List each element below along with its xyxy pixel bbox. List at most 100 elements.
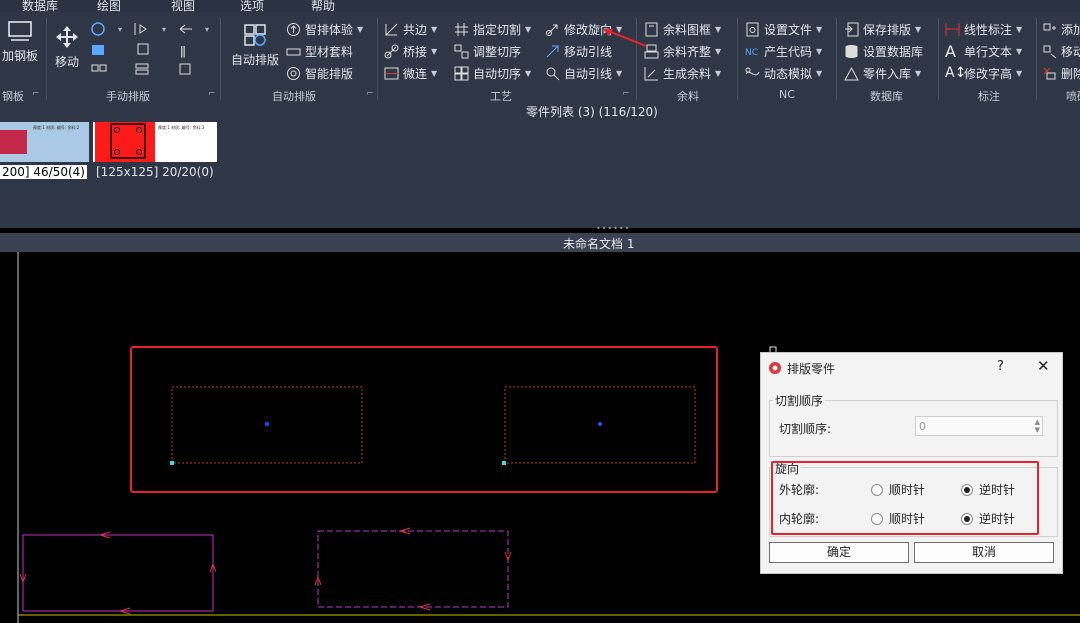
single-text-button[interactable]: A 单行文本 ▼ bbox=[945, 42, 1022, 60]
auto-order-icon bbox=[454, 66, 469, 80]
spray-delete-button[interactable]: 删除 bbox=[1042, 64, 1080, 82]
part-caption[interactable]: 200] 46/50(4) bbox=[0, 165, 87, 179]
micro-joint-button[interactable]: 微连 ▼ bbox=[384, 64, 437, 82]
part-info: 厚度:1 材质: 编号: 余料:2 bbox=[33, 125, 80, 130]
help-button[interactable]: ? bbox=[997, 359, 1004, 374]
smart-nest-button[interactable]: 智能排版 bbox=[286, 64, 353, 82]
svg-text:ǁ: ǁ bbox=[180, 44, 186, 58]
modify-direction-icon bbox=[546, 24, 558, 36]
app-logo-icon bbox=[769, 362, 781, 374]
smart-gear-icon bbox=[287, 66, 300, 80]
spray-add-button[interactable]: 添加 bbox=[1042, 20, 1080, 38]
specify-cut-icon bbox=[455, 22, 468, 36]
auto-nest-icon bbox=[244, 24, 266, 46]
menu-bar: 数据库 绘图 视图 选项 帮助 bbox=[0, 0, 1080, 13]
spray-add-icon bbox=[1043, 23, 1056, 30]
cut-order-input[interactable]: 0 ▲ ▼ bbox=[915, 416, 1043, 436]
auto-cut-order-button[interactable]: 自动切序 ▼ bbox=[454, 64, 531, 82]
font-height-icon: A↕ bbox=[945, 64, 967, 81]
generate-code-button[interactable]: NC 产生代码 ▼ bbox=[745, 42, 822, 60]
dynamic-sim-button[interactable]: 动态模拟 ▼ bbox=[745, 64, 822, 82]
ok-button[interactable]: 确定 bbox=[769, 542, 909, 563]
group-nc-label: NC bbox=[779, 88, 795, 101]
move-button[interactable]: 移动 bbox=[52, 24, 82, 70]
divider bbox=[220, 18, 221, 100]
cut-order-icon bbox=[454, 44, 469, 58]
spinner-icon[interactable]: ▲ ▼ bbox=[1035, 418, 1040, 434]
parts-list-header: 零件列表 (3) (116/120) bbox=[0, 102, 1080, 121]
svg-text:▾: ▾ bbox=[118, 25, 122, 34]
divider bbox=[938, 18, 939, 100]
svg-text:NC: NC bbox=[745, 48, 758, 58]
leadline-move-icon bbox=[546, 45, 559, 57]
nest-part-dialog: 排版零件 ? ✕ 切割顺序 切割顺序: 0 ▲ ▼ 旋向 外轮廓: 顺时针 逆时针 … bbox=[760, 352, 1063, 574]
smart-nest-trial-button[interactable]: 智排体验 ▼ bbox=[286, 20, 363, 38]
highlight-box bbox=[771, 461, 1039, 535]
parts-list: 厚度:1 材质: 编号: 余料:2 厚度:1 材质: 编号: 余料:3 200]… bbox=[0, 120, 1080, 233]
part-preview-square-icon bbox=[95, 122, 155, 162]
bridge-button[interactable]: 桥接 ▼ bbox=[384, 42, 437, 60]
divider bbox=[836, 18, 837, 100]
svg-text:▾: ▾ bbox=[205, 25, 209, 34]
linear-dim-icon bbox=[945, 22, 960, 36]
generate-remnant-icon bbox=[644, 66, 658, 80]
spray-delete-icon bbox=[1043, 67, 1056, 79]
manual-tools-icon[interactable]: ǁ ▾ ▾ ▾ bbox=[90, 20, 210, 82]
bridge-link-icon bbox=[384, 44, 399, 58]
part-info: 厚度:1 材质: 编号: 余料:3 bbox=[158, 125, 205, 130]
nc-code-icon: NC bbox=[745, 48, 758, 58]
modify-font-height-button[interactable]: A↕ 修改字高 ▼ bbox=[945, 64, 1022, 82]
remnant-align-button[interactable]: 余料齐整 ▼ bbox=[644, 42, 721, 60]
part-thumbnail[interactable]: 厚度:1 材质: 编号: 余料:2 bbox=[0, 122, 89, 162]
steel-plate-icon bbox=[8, 21, 32, 41]
common-edge-icon bbox=[385, 23, 398, 35]
add-steel-button[interactable]: 加钢板 bbox=[0, 18, 40, 64]
annotation-arrow-icon bbox=[603, 29, 647, 47]
generate-remnant-button[interactable]: 生成余料 ▼ bbox=[644, 64, 721, 82]
save-nest-button[interactable]: 保存排版 ▼ bbox=[844, 20, 921, 38]
group-launcher-icon[interactable]: ⌐ bbox=[208, 89, 216, 99]
adjust-cut-order-button[interactable]: 调整切序 bbox=[454, 42, 521, 60]
document-tab-bar: 未命名文档 1 bbox=[0, 233, 1080, 252]
spray-move-icon bbox=[1043, 45, 1057, 58]
part-caption[interactable]: [125x125] 20/20(0) bbox=[96, 165, 214, 179]
micro-joint-icon bbox=[384, 67, 399, 79]
auto-nest-label: 自动排版 bbox=[230, 53, 279, 67]
auto-leadline-icon bbox=[546, 67, 560, 80]
auto-nest-button[interactable]: 自动排版 bbox=[230, 22, 280, 68]
group-launcher-icon[interactable]: ⌐ bbox=[622, 89, 630, 99]
settings-file-button[interactable]: 设置文件 ▼ bbox=[745, 20, 822, 38]
remnant-frame-button[interactable]: 余料图框 ▼ bbox=[644, 20, 721, 38]
save-nest-icon bbox=[845, 22, 859, 36]
move-arrows-icon bbox=[56, 26, 78, 48]
move-label: 移动 bbox=[54, 55, 79, 69]
cut-order-legend: 切割顺序 bbox=[773, 392, 826, 409]
close-button[interactable]: ✕ bbox=[1037, 357, 1050, 375]
profile-nesting-button[interactable]: 型材套料 bbox=[286, 42, 353, 60]
part-store-button[interactable]: 零件入库 ▼ bbox=[844, 64, 921, 82]
auto-leadline-button[interactable]: 自动引线 ▼ bbox=[545, 64, 622, 82]
settings-file-icon bbox=[746, 22, 759, 36]
cancel-button[interactable]: 取消 bbox=[914, 542, 1054, 563]
add-steel-label: 加钢板 bbox=[1, 49, 38, 63]
specify-cut-button[interactable]: 指定切割 ▼ bbox=[454, 20, 531, 38]
group-launcher-icon[interactable]: ⌐ bbox=[366, 89, 374, 99]
divider bbox=[737, 18, 738, 100]
dialog-title: 排版零件 bbox=[787, 362, 836, 376]
divider bbox=[1036, 18, 1037, 100]
document-title[interactable]: 未命名文档 1 bbox=[563, 235, 634, 252]
common-edge-button[interactable]: 共边 ▼ bbox=[384, 20, 437, 38]
part-store-icon bbox=[844, 66, 859, 80]
spray-move-button[interactable]: 移动 bbox=[1042, 42, 1080, 60]
profile-bar-icon bbox=[286, 48, 301, 55]
set-database-button[interactable]: 设置数据库 bbox=[844, 42, 923, 60]
group-launcher-icon[interactable]: ⌐ bbox=[32, 89, 40, 99]
upload-circle-icon bbox=[287, 22, 300, 36]
splitter-handle[interactable]: •••••• bbox=[596, 224, 630, 233]
part-preview-shape bbox=[0, 130, 27, 154]
ribbon: 加钢板 钢板 ⌐ 移动 ǁ ▾ ▾ ▾ 手动排版 ⌐ 自动排版 智排体验 ▼ 型材套料… bbox=[0, 12, 1080, 103]
part-thumbnail[interactable]: 厚度:1 材质: 编号: 余料:3 bbox=[93, 122, 217, 162]
linear-dim-button[interactable]: 线性标注 ▼ bbox=[945, 20, 1022, 38]
text-a-icon: A bbox=[945, 41, 956, 61]
svg-text:▾: ▾ bbox=[162, 25, 166, 34]
